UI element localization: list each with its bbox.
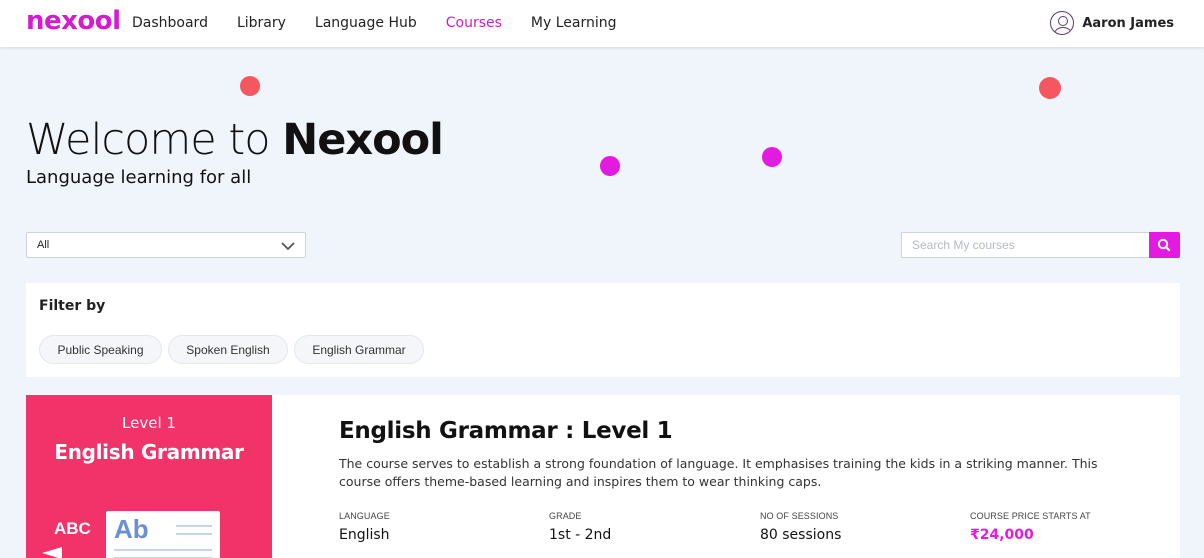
book-line — [176, 525, 212, 527]
filter-chip-public-speaking[interactable]: Public Speaking — [39, 335, 162, 364]
page-title: Welcome to Nexool — [26, 115, 444, 165]
meta-label: NO OF SESSIONS — [760, 511, 839, 521]
search-bar — [901, 232, 1180, 258]
filter-chip-spoken-english[interactable]: Spoken English — [168, 335, 288, 364]
filter-panel: Filter by Public Speaking Spoken English… — [26, 283, 1180, 377]
nav-courses[interactable]: Courses — [446, 15, 502, 31]
meta-label: LANGUAGE — [339, 511, 390, 521]
meta-label: GRADE — [549, 511, 582, 521]
nexool-logo[interactable]: nexool — [26, 6, 121, 36]
meta-value: 80 sessions — [760, 527, 842, 543]
decor-dot-pink — [600, 156, 620, 176]
main-nav: Dashboard Library Language Hub Courses M… — [132, 15, 646, 31]
title-prefix: Welcome to — [26, 115, 271, 165]
course-title[interactable]: English Grammar : Level 1 — [339, 418, 673, 444]
paper-plane-icon — [42, 547, 62, 558]
meta-value: English — [339, 527, 390, 543]
user-name[interactable]: Aaron James — [1082, 16, 1174, 31]
nav-library[interactable]: Library — [237, 15, 286, 31]
meta-price: COURSE PRICE STARTS AT ₹24,000 — [970, 511, 1091, 543]
course-filter-select[interactable]: All — [26, 232, 306, 258]
decor-dot-red — [1039, 77, 1061, 99]
book-line — [176, 533, 212, 535]
thumb-abc-text: ABC — [54, 519, 91, 538]
meta-label: COURSE PRICE STARTS AT — [970, 511, 1091, 521]
book-illustration-icon: Ab — [106, 511, 220, 558]
thumb-level: Level 1 — [122, 414, 176, 432]
meta-language: LANGUAGE English — [339, 511, 390, 543]
user-avatar-icon[interactable] — [1050, 11, 1075, 35]
course-thumbnail[interactable]: Level 1 English Grammar ABC Ab — [26, 395, 272, 558]
nav-language-hub[interactable]: Language Hub — [315, 15, 417, 31]
search-icon — [1157, 238, 1171, 252]
title-brand: Nexool — [282, 115, 444, 165]
book-ab-text: Ab — [114, 514, 149, 544]
user-menu[interactable]: Aaron James — [1050, 11, 1174, 35]
page-subtitle: Language learning for all — [26, 167, 252, 188]
decor-dot-red — [240, 76, 260, 96]
search-button[interactable] — [1149, 232, 1180, 258]
thumb-title: English Grammar — [54, 440, 244, 464]
select-value: All — [37, 239, 50, 251]
meta-sessions: NO OF SESSIONS 80 sessions — [760, 511, 841, 543]
meta-grade: GRADE 1st - 2nd — [549, 511, 611, 543]
book-line — [114, 549, 212, 551]
search-input[interactable] — [901, 232, 1149, 258]
course-price: ₹24,000 — [970, 527, 1034, 543]
course-description: The course serves to establish a strong … — [339, 456, 1098, 489]
top-header: nexool Dashboard Library Language Hub Co… — [0, 0, 1204, 47]
nav-my-learning[interactable]: My Learning — [531, 15, 617, 31]
filter-chip-english-grammar[interactable]: English Grammar — [294, 335, 424, 364]
filter-label: Filter by — [39, 298, 106, 314]
course-card[interactable]: Level 1 English Grammar ABC Ab English G… — [26, 395, 1180, 558]
decor-dot-pink — [762, 147, 782, 167]
chevron-down-icon — [281, 242, 295, 251]
meta-value: 1st - 2nd — [549, 527, 612, 543]
nav-dashboard[interactable]: Dashboard — [132, 15, 208, 31]
